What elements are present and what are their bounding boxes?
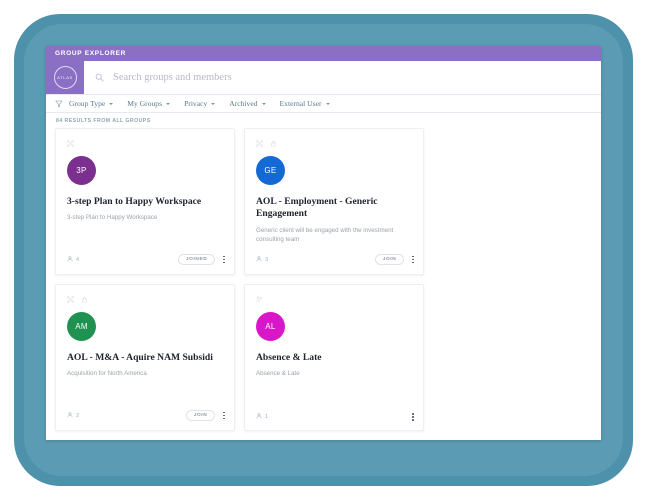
results-summary: 84 RESULTS FROM ALL GROUPS bbox=[56, 118, 151, 124]
join-button[interactable]: JOIN bbox=[374, 254, 405, 265]
group-title: AOL - M&A - Aquire NAM Subsidi bbox=[67, 352, 213, 363]
person-icon bbox=[256, 413, 262, 421]
page-title: GROUP EXPLORER bbox=[55, 50, 127, 57]
avatar-initials: AM bbox=[75, 322, 88, 331]
filter-group-type[interactable]: Group Type bbox=[69, 99, 114, 108]
group-title: 3-step Plan to Happy Workspace bbox=[67, 196, 202, 207]
avatar-initials: 3P bbox=[76, 166, 87, 175]
group-description: Generic client will be engaged with the … bbox=[256, 226, 394, 243]
logo-circle-icon: ATLAS bbox=[53, 66, 77, 89]
avatar-initials: GE bbox=[264, 166, 277, 175]
member-count-value: 2 bbox=[76, 412, 80, 419]
member-count-value: 1 bbox=[265, 414, 269, 420]
card-overflow-menu-icon[interactable] bbox=[412, 413, 414, 421]
app-logo[interactable]: ATLAS bbox=[46, 61, 84, 94]
avatar: 3P bbox=[67, 156, 96, 185]
chevron-down-icon bbox=[325, 102, 330, 105]
chevron-down-icon bbox=[109, 102, 114, 105]
filter-label: External User bbox=[279, 99, 322, 108]
card-footer: 1 bbox=[256, 413, 414, 421]
lock-icon bbox=[270, 134, 277, 152]
join-button[interactable]: JOIN bbox=[185, 410, 216, 421]
card-footer: 2 JOIN bbox=[67, 410, 225, 421]
card-footer: 4 JOINED bbox=[67, 254, 225, 265]
group-card[interactable]: 3P 3-step Plan to Happy Workspace 3-step P… bbox=[55, 128, 235, 275]
filter-label: My Groups bbox=[127, 99, 163, 108]
card-badge-icons bbox=[256, 294, 412, 304]
group-card-grid: 3P 3-step Plan to Happy Workspace 3-step P… bbox=[46, 128, 601, 440]
window-titlebar: GROUP EXPLORER bbox=[46, 46, 601, 61]
avatar: GE bbox=[256, 156, 285, 185]
chevron-down-icon bbox=[261, 102, 266, 105]
group-description: Acquisition for North America bbox=[67, 370, 147, 378]
member-count: 1 bbox=[256, 413, 268, 421]
person-icon bbox=[67, 255, 73, 264]
group-description: 3-step Plan to Happy Workspace bbox=[67, 214, 158, 222]
member-count: 3 bbox=[256, 255, 269, 264]
filter-label: Privacy bbox=[184, 99, 208, 108]
card-overflow-menu-icon[interactable] bbox=[412, 255, 414, 264]
group-title: AOL - Employment - Generic Engagement bbox=[256, 196, 378, 220]
group-description: Absence & Late bbox=[256, 370, 300, 378]
join-button[interactable]: JOINED bbox=[177, 254, 216, 265]
member-count-value: 3 bbox=[265, 256, 269, 263]
card-badge-icons bbox=[67, 294, 223, 304]
people-group-icon bbox=[256, 290, 263, 308]
group-explorer-window: GROUP EXPLORER ATLAS Group Type bbox=[46, 46, 601, 440]
avatar-initials: AL bbox=[265, 322, 276, 331]
card-overflow-menu-icon[interactable] bbox=[223, 255, 225, 264]
group-title: Absence & Late bbox=[256, 352, 322, 363]
avatar: AM bbox=[67, 312, 96, 341]
person-icon bbox=[256, 255, 262, 264]
filter-label: Group Type bbox=[69, 99, 106, 108]
lock-icon bbox=[81, 290, 88, 308]
filter-archived[interactable]: Archived bbox=[229, 99, 266, 108]
network-share-icon bbox=[67, 290, 74, 308]
member-count: 4 bbox=[67, 255, 80, 264]
logo-label: ATLAS bbox=[57, 75, 73, 80]
member-count: 2 bbox=[67, 411, 80, 420]
card-footer: 3 JOIN bbox=[256, 254, 414, 265]
member-count-value: 4 bbox=[76, 256, 80, 263]
chevron-down-icon bbox=[211, 102, 216, 105]
group-card[interactable]: GE AOL - Employment - Generic Engagement G… bbox=[244, 128, 424, 275]
search-input[interactable] bbox=[113, 72, 569, 83]
chevron-down-icon bbox=[166, 102, 171, 105]
card-badge-icons bbox=[256, 138, 412, 148]
network-share-icon bbox=[256, 134, 263, 152]
card-badge-icons bbox=[67, 138, 223, 148]
group-card[interactable]: AL Absence & Late Absence & Late 1 bbox=[244, 284, 424, 431]
filter-privacy[interactable]: Privacy bbox=[184, 99, 216, 108]
group-card[interactable]: AM AOL - M&A - Aquire NAM Subsidi Acquisit… bbox=[55, 284, 235, 431]
filter-my-groups[interactable]: My Groups bbox=[127, 99, 171, 108]
filter-funnel-icon bbox=[55, 100, 63, 108]
person-icon bbox=[67, 411, 73, 420]
search-area bbox=[84, 61, 601, 94]
network-share-icon bbox=[67, 134, 74, 152]
search-icon bbox=[95, 73, 104, 82]
search-row: ATLAS bbox=[46, 61, 601, 94]
avatar: AL bbox=[256, 312, 285, 341]
filter-label: Archived bbox=[229, 99, 258, 108]
card-overflow-menu-icon[interactable] bbox=[223, 411, 225, 420]
filter-bar: Group Type My Groups Privacy Archived Ex… bbox=[46, 94, 601, 113]
filter-external-user[interactable]: External User bbox=[280, 99, 330, 108]
